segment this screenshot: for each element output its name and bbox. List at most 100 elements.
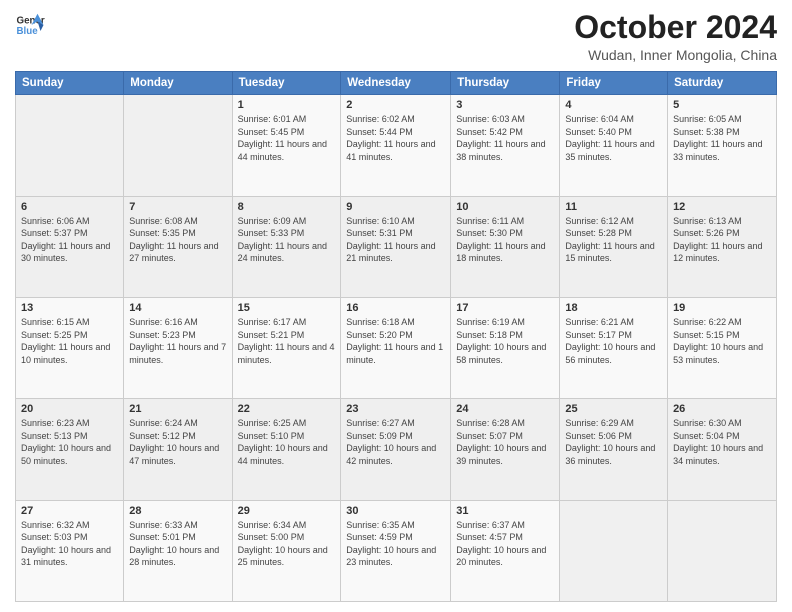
day-number: 5 — [673, 99, 771, 111]
calendar-week-3: 13Sunrise: 6:15 AM Sunset: 5:25 PM Dayli… — [16, 297, 777, 398]
calendar-cell: 2 Sunrise: 6:02 AM Sunset: 5:44 PM Daylig… — [341, 95, 451, 196]
calendar-cell: 17Sunrise: 6:19 AM Sunset: 5:18 PM Dayli… — [451, 297, 560, 398]
day-number: 23 — [346, 403, 445, 415]
day-detail: Sunrise: 6:05 AM Sunset: 5:38 PM Dayligh… — [673, 113, 771, 163]
calendar-cell: 11 Sunrise: 6:12 AM Sunset: 5:28 PM Dayli… — [560, 196, 668, 297]
calendar-cell: 9 Sunrise: 6:10 AM Sunset: 5:31 PM Daylig… — [341, 196, 451, 297]
calendar-cell: 1 Sunrise: 6:01 AM Sunset: 5:45 PM Daylig… — [232, 95, 341, 196]
day-detail: Sunrise: 6:16 AM Sunset: 5:23 PM Dayligh… — [129, 316, 226, 366]
calendar-cell — [668, 500, 777, 601]
calendar-cell: 20 Sunrise: 6:23 AM Sunset: 5:13 PM Dayli… — [16, 399, 124, 500]
col-saturday: Saturday — [668, 72, 777, 95]
day-detail: Sunrise: 6:35 AM Sunset: 4:59 PM Dayligh… — [346, 519, 445, 569]
day-detail: Sunrise: 6:32 AM Sunset: 5:03 PM Dayligh… — [21, 519, 118, 569]
calendar-cell — [16, 95, 124, 196]
day-number: 21 — [129, 403, 226, 415]
day-detail: Sunrise: 6:02 AM Sunset: 5:44 PM Dayligh… — [346, 113, 445, 163]
col-sunday: Sunday — [16, 72, 124, 95]
calendar-cell: 4 Sunrise: 6:04 AM Sunset: 5:40 PM Daylig… — [560, 95, 668, 196]
day-detail: Sunrise: 6:25 AM Sunset: 5:10 PM Dayligh… — [238, 417, 336, 467]
day-detail: Sunrise: 6:11 AM Sunset: 5:30 PM Dayligh… — [456, 215, 554, 265]
day-detail: Sunrise: 6:01 AM Sunset: 5:45 PM Dayligh… — [238, 113, 336, 163]
calendar-cell: 14 Sunrise: 6:16 AM Sunset: 5:23 PM Dayli… — [124, 297, 232, 398]
calendar-cell: 19Sunrise: 6:22 AM Sunset: 5:15 PM Dayli… — [668, 297, 777, 398]
calendar-cell: 7Sunrise: 6:08 AM Sunset: 5:35 PM Daylig… — [124, 196, 232, 297]
day-detail: Sunrise: 6:29 AM Sunset: 5:06 PM Dayligh… — [565, 417, 662, 467]
calendar-week-4: 20 Sunrise: 6:23 AM Sunset: 5:13 PM Dayli… — [16, 399, 777, 500]
day-number: 15 — [238, 302, 336, 314]
day-number: 16 — [346, 302, 445, 314]
day-detail: Sunrise: 6:10 AM Sunset: 5:31 PM Dayligh… — [346, 215, 445, 265]
calendar-cell: 30 Sunrise: 6:35 AM Sunset: 4:59 PM Dayli… — [341, 500, 451, 601]
day-number: 27 — [21, 505, 118, 517]
day-number: 3 — [456, 99, 554, 111]
day-detail: Sunrise: 6:06 AM Sunset: 5:37 PM Dayligh… — [21, 215, 118, 265]
day-number: 30 — [346, 505, 445, 517]
calendar-cell: 16 Sunrise: 6:18 AM Sunset: 5:20 PM Dayli… — [341, 297, 451, 398]
day-number: 2 — [346, 99, 445, 111]
calendar-cell: 6Sunrise: 6:06 AM Sunset: 5:37 PM Daylig… — [16, 196, 124, 297]
day-detail: Sunrise: 6:22 AM Sunset: 5:15 PM Dayligh… — [673, 316, 771, 366]
svg-text:Blue: Blue — [17, 26, 39, 37]
day-number: 9 — [346, 201, 445, 213]
calendar-week-5: 27 Sunrise: 6:32 AM Sunset: 5:03 PM Dayli… — [16, 500, 777, 601]
calendar-cell: 10 Sunrise: 6:11 AM Sunset: 5:30 PM Dayli… — [451, 196, 560, 297]
day-detail: Sunrise: 6:33 AM Sunset: 5:01 PM Dayligh… — [129, 519, 226, 569]
day-detail: Sunrise: 6:12 AM Sunset: 5:28 PM Dayligh… — [565, 215, 662, 265]
calendar-cell: 5 Sunrise: 6:05 AM Sunset: 5:38 PM Daylig… — [668, 95, 777, 196]
day-detail: Sunrise: 6:18 AM Sunset: 5:20 PM Dayligh… — [346, 316, 445, 366]
day-detail: Sunrise: 6:27 AM Sunset: 5:09 PM Dayligh… — [346, 417, 445, 467]
calendar-cell: 21 Sunrise: 6:24 AM Sunset: 5:12 PM Dayli… — [124, 399, 232, 500]
calendar-week-2: 6Sunrise: 6:06 AM Sunset: 5:37 PM Daylig… — [16, 196, 777, 297]
calendar-cell: 26Sunrise: 6:30 AM Sunset: 5:04 PM Dayli… — [668, 399, 777, 500]
day-detail: Sunrise: 6:34 AM Sunset: 5:00 PM Dayligh… — [238, 519, 336, 569]
day-number: 11 — [565, 201, 662, 213]
calendar-cell: 18Sunrise: 6:21 AM Sunset: 5:17 PM Dayli… — [560, 297, 668, 398]
header-row: Sunday Monday Tuesday Wednesday Thursday… — [16, 72, 777, 95]
col-tuesday: Tuesday — [232, 72, 341, 95]
calendar-cell: 15 Sunrise: 6:17 AM Sunset: 5:21 PM Dayli… — [232, 297, 341, 398]
header: General Blue October 2024 Wudan, Inner M… — [15, 10, 777, 63]
col-monday: Monday — [124, 72, 232, 95]
calendar-cell: 23 Sunrise: 6:27 AM Sunset: 5:09 PM Dayli… — [341, 399, 451, 500]
day-number: 28 — [129, 505, 226, 517]
day-number: 29 — [238, 505, 336, 517]
day-detail: Sunrise: 6:24 AM Sunset: 5:12 PM Dayligh… — [129, 417, 226, 467]
logo-icon: General Blue — [15, 10, 45, 40]
day-number: 7 — [129, 201, 226, 213]
calendar-cell: 29 Sunrise: 6:34 AM Sunset: 5:00 PM Dayli… — [232, 500, 341, 601]
calendar-cell: 8Sunrise: 6:09 AM Sunset: 5:33 PM Daylig… — [232, 196, 341, 297]
day-number: 18 — [565, 302, 662, 314]
day-detail: Sunrise: 6:04 AM Sunset: 5:40 PM Dayligh… — [565, 113, 662, 163]
calendar-cell: 12Sunrise: 6:13 AM Sunset: 5:26 PM Dayli… — [668, 196, 777, 297]
calendar-table: Sunday Monday Tuesday Wednesday Thursday… — [15, 71, 777, 602]
page: General Blue October 2024 Wudan, Inner M… — [0, 0, 792, 612]
day-number: 8 — [238, 201, 336, 213]
day-detail: Sunrise: 6:30 AM Sunset: 5:04 PM Dayligh… — [673, 417, 771, 467]
day-number: 12 — [673, 201, 771, 213]
calendar-cell: 27 Sunrise: 6:32 AM Sunset: 5:03 PM Dayli… — [16, 500, 124, 601]
calendar-week-1: 1 Sunrise: 6:01 AM Sunset: 5:45 PM Daylig… — [16, 95, 777, 196]
day-number: 14 — [129, 302, 226, 314]
day-number: 20 — [21, 403, 118, 415]
calendar-cell: 28 Sunrise: 6:33 AM Sunset: 5:01 PM Dayli… — [124, 500, 232, 601]
title-block: October 2024 Wudan, Inner Mongolia, Chin… — [574, 10, 777, 63]
calendar-cell — [560, 500, 668, 601]
day-number: 22 — [238, 403, 336, 415]
calendar-cell: 13Sunrise: 6:15 AM Sunset: 5:25 PM Dayli… — [16, 297, 124, 398]
col-wednesday: Wednesday — [341, 72, 451, 95]
calendar-cell — [124, 95, 232, 196]
day-number: 1 — [238, 99, 336, 111]
day-number: 4 — [565, 99, 662, 111]
day-detail: Sunrise: 6:03 AM Sunset: 5:42 PM Dayligh… — [456, 113, 554, 163]
col-thursday: Thursday — [451, 72, 560, 95]
main-title: October 2024 — [574, 10, 777, 45]
calendar-cell: 31Sunrise: 6:37 AM Sunset: 4:57 PM Dayli… — [451, 500, 560, 601]
subtitle: Wudan, Inner Mongolia, China — [574, 47, 777, 63]
day-detail: Sunrise: 6:23 AM Sunset: 5:13 PM Dayligh… — [21, 417, 118, 467]
day-number: 13 — [21, 302, 118, 314]
day-number: 10 — [456, 201, 554, 213]
calendar-cell: 22 Sunrise: 6:25 AM Sunset: 5:10 PM Dayli… — [232, 399, 341, 500]
day-detail: Sunrise: 6:17 AM Sunset: 5:21 PM Dayligh… — [238, 316, 336, 366]
day-number: 17 — [456, 302, 554, 314]
